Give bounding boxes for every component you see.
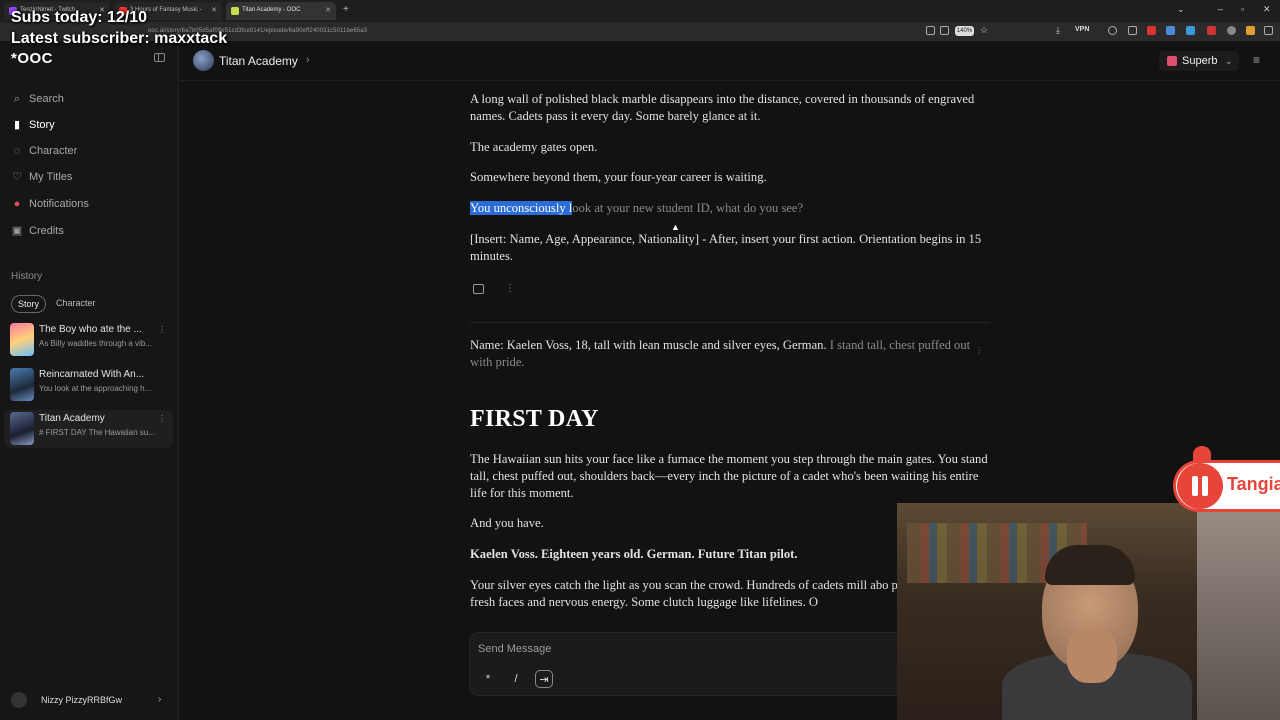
close-window-button[interactable]: ✕ xyxy=(1263,4,1271,15)
extension-orange-icon[interactable] xyxy=(1246,26,1255,35)
bell-icon: ● xyxy=(13,198,21,210)
username[interactable]: Nizzy PizzyRRBfGw xyxy=(41,695,122,705)
menu-icon[interactable] xyxy=(1264,26,1273,35)
close-icon[interactable]: ✕ xyxy=(325,6,331,14)
more-icon[interactable]: ⋮ xyxy=(158,325,166,334)
new-tab-button[interactable]: + xyxy=(343,4,349,15)
model-icon xyxy=(1167,56,1177,66)
latest-subscriber: Latest subscriber: maxxtack xyxy=(11,30,228,47)
history-item[interactable]: Reincarnated With An... You look at the … xyxy=(4,366,173,404)
story-thumbnail xyxy=(10,323,34,356)
minimize-button[interactable]: – xyxy=(1218,4,1223,14)
continue-button[interactable]: ⇥ xyxy=(535,670,553,688)
zoom-badge[interactable]: 140% xyxy=(955,26,974,36)
asterisk-button[interactable]: * xyxy=(479,670,497,688)
person-hair xyxy=(1045,545,1135,585)
more-icon[interactable]: ⋮ xyxy=(158,414,166,423)
webcam-feed xyxy=(897,503,1280,720)
extension-cube-icon[interactable] xyxy=(1186,26,1195,35)
sidebar-item-story[interactable]: ▮ Story xyxy=(11,115,171,135)
extension-gray-icon[interactable] xyxy=(1227,26,1236,35)
story-thumbnail xyxy=(10,368,34,401)
download-icon[interactable]: ⤓ xyxy=(1056,25,1060,36)
more-icon[interactable]: ⋮ xyxy=(505,283,515,294)
user-message: Name: Kaelen Voss, 18, tall with lean mu… xyxy=(470,338,971,369)
extension-icon[interactable] xyxy=(1128,26,1137,35)
tab-titan-academy[interactable]: Titan Academy - OOC ✕ xyxy=(226,2,336,20)
chapter-heading: FIRST DAY xyxy=(470,406,599,432)
ooc-icon xyxy=(231,7,239,15)
browser-tab-bar: TenzinNimet - Twitch ✕ 3 Hours of Fantas… xyxy=(0,0,1280,22)
account-icon[interactable] xyxy=(1108,26,1117,35)
image-icon[interactable] xyxy=(473,284,484,294)
vpn-button[interactable]: VPN xyxy=(1075,26,1089,33)
model-select[interactable]: Superb ⌄ xyxy=(1159,51,1239,71)
chevron-down-icon: ⌄ xyxy=(1225,56,1233,66)
chevron-right-icon[interactable]: › xyxy=(306,54,310,66)
book-icon: ▮ xyxy=(13,119,21,131)
filter-character[interactable]: Character xyxy=(50,295,102,313)
sidebar-item-notifications[interactable]: ● Notifications xyxy=(11,194,171,214)
story-paragraph: The Hawaiian sun hits your face like a f… xyxy=(470,452,988,500)
story-paragraph: Somewhere beyond them, your four-year ca… xyxy=(470,170,767,184)
story-thumbnail xyxy=(10,412,34,445)
filter-story[interactable]: Story xyxy=(11,295,47,313)
story-paragraph-prompt: You unconsciously look at your new stude… xyxy=(470,201,804,215)
chat-icon: ◌ xyxy=(13,145,21,157)
story-paragraph: A long wall of polished black marble dis… xyxy=(470,92,975,123)
subs-counter: Subs today: 12/10 xyxy=(11,9,148,26)
tangia-label: Tangia xyxy=(1227,474,1280,494)
pause-icon[interactable] xyxy=(1190,476,1210,496)
close-icon[interactable]: ✕ xyxy=(211,6,217,14)
person-hand xyxy=(1067,628,1117,683)
sidebar-item-character[interactable]: ◌ Character xyxy=(11,141,171,161)
chevron-down-icon[interactable]: ⌄ xyxy=(1177,4,1185,15)
more-icon[interactable]: ⋮ xyxy=(975,346,983,355)
divider xyxy=(470,322,990,323)
story-paragraph: The academy gates open. xyxy=(470,140,598,154)
story-paragraph: [Insert: Name, Age, Appearance, National… xyxy=(470,232,982,263)
screenshot-icon[interactable] xyxy=(940,26,949,35)
text-selection: You unconsciously l xyxy=(470,201,573,215)
ooc-logo[interactable]: *OOC xyxy=(11,50,53,67)
story-header xyxy=(180,41,1280,81)
story-title[interactable]: Titan Academy xyxy=(219,54,298,68)
sidebar-item-search[interactable]: ⌕ Search xyxy=(11,89,171,109)
story-avatar[interactable] xyxy=(193,50,214,71)
mouse-cursor: ▲ xyxy=(671,222,680,232)
slash-command-button[interactable]: / xyxy=(507,670,525,688)
message-input[interactable]: Send Message xyxy=(478,643,551,655)
maximize-button[interactable]: ▫ xyxy=(1241,4,1244,14)
background-window xyxy=(1197,503,1280,720)
reader-icon[interactable] xyxy=(926,26,935,35)
hamburger-menu-icon[interactable]: ≡ xyxy=(1253,53,1260,67)
history-item[interactable]: The Boy who ate the ... As Billy waddles… xyxy=(4,321,173,359)
extension-red-icon[interactable] xyxy=(1147,26,1156,35)
heart-icon: ♡ xyxy=(12,171,22,183)
extension-blue-icon[interactable] xyxy=(1166,26,1175,35)
history-heading: History xyxy=(11,271,43,282)
history-item-selected[interactable]: Titan Academy # FIRST DAY The Hawaiian s… xyxy=(4,410,173,448)
search-icon: ⌕ xyxy=(13,93,21,105)
sidebar-item-my-titles[interactable]: ♡ My Titles xyxy=(11,167,171,187)
sidebar-toggle-icon[interactable] xyxy=(154,53,165,62)
star-icon[interactable]: ☆ xyxy=(980,25,988,36)
avatar[interactable] xyxy=(11,692,27,708)
extension-bell-icon[interactable] xyxy=(1207,26,1216,35)
credits-icon: ▣ xyxy=(11,225,23,237)
sidebar-item-credits[interactable]: ▣ Credits xyxy=(11,221,171,241)
chevron-right-icon[interactable]: › xyxy=(158,694,161,705)
